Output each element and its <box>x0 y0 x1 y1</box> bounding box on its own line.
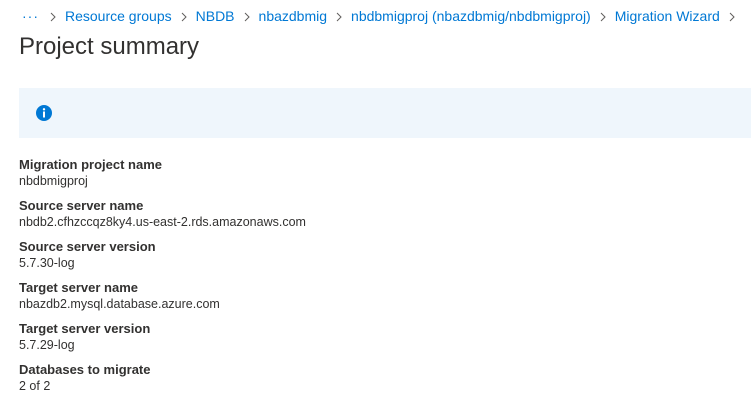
chevron-right-icon <box>327 9 351 24</box>
breadcrumb-item-resource-groups[interactable]: Resource groups <box>65 8 172 24</box>
chevron-right-icon <box>172 9 196 24</box>
field-value: nbdb2.cfhzccqz8ky4.us-east-2.rds.amazona… <box>19 215 306 229</box>
chevron-right-icon <box>235 9 259 24</box>
summary-field-databases-to-migrate: Databases to migrate 2 of 2 <box>19 361 306 402</box>
info-icon <box>36 105 52 121</box>
field-value: 5.7.29-log <box>19 338 75 352</box>
field-label: Source server version <box>19 239 156 254</box>
summary-list: Migration project name nbdbmigproj Sourc… <box>19 156 306 402</box>
summary-field-target-server-version: Target server version 5.7.29-log <box>19 320 306 361</box>
project-summary-page: ··· Resource groups NBDB nbazdbmig nbdbm… <box>0 0 751 411</box>
field-value: nbdbmigproj <box>19 174 88 188</box>
breadcrumb-overflow-button[interactable]: ··· <box>22 8 41 24</box>
field-label: Migration project name <box>19 157 163 172</box>
chevron-right-icon <box>720 9 744 24</box>
chevron-right-icon <box>591 9 615 24</box>
breadcrumb-item-nbdbmigproj[interactable]: nbdbmigproj (nbazdbmig/nbdbmigproj) <box>351 8 591 24</box>
field-label: Source server name <box>19 198 144 213</box>
summary-field-migration-project-name: Migration project name nbdbmigproj <box>19 156 306 197</box>
field-label: Target server version <box>19 321 151 336</box>
info-message-bar <box>19 88 751 138</box>
summary-field-source-server-name: Source server name nbdb2.cfhzccqz8ky4.us… <box>19 197 306 238</box>
breadcrumb-item-migration-wizard[interactable]: Migration Wizard <box>615 8 720 24</box>
breadcrumb: ··· Resource groups NBDB nbazdbmig nbdbm… <box>22 6 744 26</box>
summary-field-source-server-version: Source server version 5.7.30-log <box>19 238 306 279</box>
chevron-right-icon <box>41 9 65 24</box>
field-label: Databases to migrate <box>19 362 151 377</box>
breadcrumb-item-nbazdbmig[interactable]: nbazdbmig <box>259 8 328 24</box>
page-title: Project summary <box>19 33 200 60</box>
breadcrumb-item-nbdb[interactable]: NBDB <box>196 8 235 24</box>
field-value: nbazdb2.mysql.database.azure.com <box>19 297 220 311</box>
field-value: 5.7.30-log <box>19 256 75 270</box>
field-value: 2 of 2 <box>19 379 51 393</box>
summary-field-target-server-name: Target server name nbazdb2.mysql.databas… <box>19 279 306 320</box>
field-label: Target server name <box>19 280 138 295</box>
